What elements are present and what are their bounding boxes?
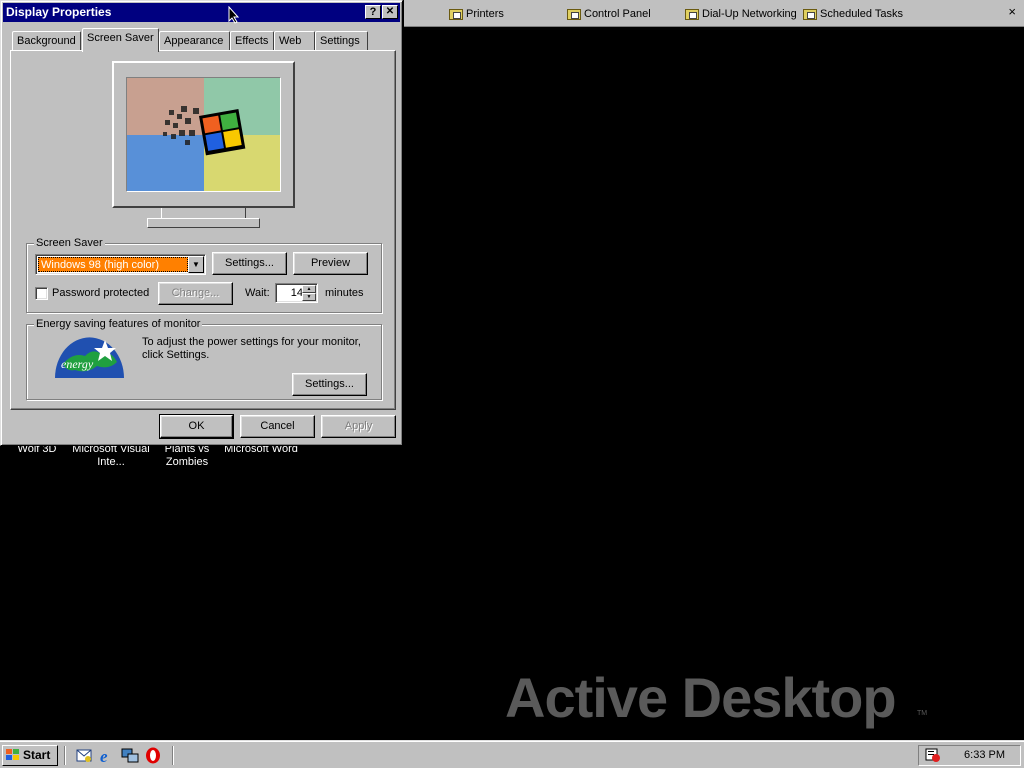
tab-screen-saver[interactable]: Screen Saver: [82, 28, 159, 52]
link-control-panel[interactable]: Control Panel: [567, 6, 651, 22]
help-button[interactable]: ?: [365, 5, 381, 19]
password-protected-label[interactable]: Password protected: [52, 287, 149, 299]
ok-button[interactable]: OK: [159, 414, 234, 439]
wait-minutes-value[interactable]: 14: [279, 286, 303, 300]
energy-settings-button[interactable]: Settings...: [292, 373, 367, 396]
preview-button[interactable]: Preview: [293, 252, 368, 275]
tab-settings[interactable]: Settings: [315, 31, 368, 51]
tab-appearance[interactable]: Appearance: [159, 31, 230, 51]
link-label: Control Panel: [584, 8, 651, 20]
change-password-button[interactable]: Change...: [158, 282, 233, 305]
tab-background[interactable]: Background: [12, 31, 81, 51]
link-label: Scheduled Tasks: [820, 8, 903, 20]
minutes-label: minutes: [325, 287, 364, 299]
watermark-trademark: TM: [917, 710, 928, 717]
start-label: Start: [23, 748, 51, 762]
link-printers[interactable]: Printers: [449, 6, 504, 22]
scheduled-tasks-folder-icon: [803, 8, 817, 20]
screen-saver-preview: [126, 77, 281, 192]
link-label: Dial-Up Networking: [702, 8, 797, 20]
printers-folder-icon: [449, 8, 463, 20]
monitor-base: [147, 218, 260, 228]
svg-text:energy: energy: [61, 357, 94, 371]
network-icon[interactable]: [121, 747, 139, 764]
linkbar-close-button[interactable]: ×: [1008, 4, 1016, 19]
clock[interactable]: 6:33 PM: [964, 749, 1005, 761]
tab-effects[interactable]: Effects: [230, 31, 274, 51]
system-tray: 6:33 PM: [918, 745, 1021, 766]
close-button[interactable]: ✕: [382, 5, 398, 19]
dialog-title: Display Properties: [6, 5, 112, 19]
spin-down-icon[interactable]: ▼: [302, 293, 316, 301]
links-toolbar: Printers Control Panel Dial-Up Networkin…: [404, 0, 1024, 27]
scheduler-icon[interactable]: [925, 747, 941, 763]
tab-web[interactable]: Web: [274, 31, 315, 51]
link-dial-up-networking[interactable]: Dial-Up Networking: [685, 6, 797, 22]
spin-up-icon[interactable]: ▲: [302, 285, 316, 293]
dial-up-folder-icon: [685, 8, 699, 20]
opera-icon[interactable]: [144, 747, 162, 764]
desktop-icon-plants-vs-zombies[interactable]: Plants vs Zombies: [147, 443, 227, 469]
start-button[interactable]: Start: [2, 745, 58, 766]
screen-saver-group-label: Screen Saver: [34, 237, 105, 249]
energy-description: To adjust the power settings for your mo…: [142, 336, 361, 361]
wait-minutes-spinner[interactable]: 14 ▲ ▼: [275, 283, 318, 303]
svg-text:e: e: [100, 747, 108, 764]
apply-button[interactable]: Apply: [321, 415, 396, 438]
desktop-icon-visual-interdev[interactable]: Microsoft Visual Inte...: [71, 443, 151, 469]
internet-explorer-icon[interactable]: e: [98, 747, 116, 764]
outlook-express-icon[interactable]: [75, 747, 93, 764]
link-label: Printers: [466, 8, 504, 20]
screen-saver-select[interactable]: Windows 98 (high color) ▼: [35, 254, 206, 275]
display-properties-dialog: Display Properties ? ✕ Background Screen…: [0, 0, 403, 446]
password-protected-checkbox[interactable]: [35, 287, 48, 300]
screen-saver-selected-value: Windows 98 (high color): [38, 257, 188, 272]
mouse-cursor-icon: [228, 6, 240, 24]
taskbar: Start e 6:33 PM: [0, 740, 1024, 768]
windows-logo-icon: [163, 106, 246, 156]
chevron-down-icon[interactable]: ▼: [188, 256, 204, 273]
control-panel-folder-icon: [567, 8, 581, 20]
active-desktop-watermark: Active Desktop: [505, 666, 897, 729]
dialog-titlebar[interactable]: Display Properties ? ✕: [3, 3, 400, 22]
screen-saver-settings-button[interactable]: Settings...: [212, 252, 287, 275]
cancel-button[interactable]: Cancel: [240, 415, 315, 438]
link-scheduled-tasks[interactable]: Scheduled Tasks: [803, 6, 903, 22]
desktop-icon-label: Microsoft Visual Inte...: [72, 443, 150, 468]
monitor-preview: [112, 61, 295, 208]
energy-group-label: Energy saving features of monitor: [34, 318, 203, 330]
desktop-icon-label: Plants vs Zombies: [164, 443, 210, 468]
energy-star-logo-icon: energy: [55, 337, 124, 378]
monitor-neck: [161, 208, 246, 218]
wait-label: Wait:: [245, 287, 270, 299]
windows-flag-icon: [6, 749, 19, 760]
